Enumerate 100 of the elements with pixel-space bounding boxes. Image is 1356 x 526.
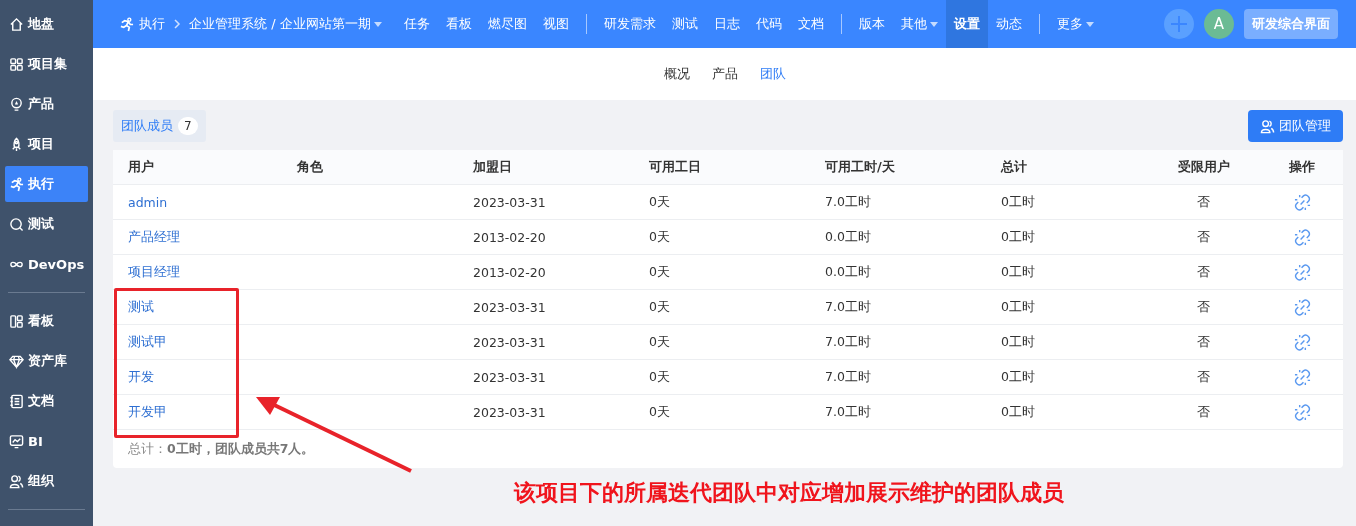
table-cell: 否	[1197, 333, 1210, 349]
table-cell: 0工时	[1001, 333, 1035, 349]
table-cell: 否	[1197, 228, 1210, 244]
people-icon	[9, 473, 24, 489]
user-link[interactable]: admin	[128, 194, 168, 210]
table-cell: 2023-03-31	[473, 334, 546, 350]
monitor-icon	[9, 433, 24, 449]
table-cell: 2023-03-31	[473, 194, 546, 210]
nav-tab[interactable]: 代码	[747, 0, 790, 48]
table-cell: 2023-03-31	[473, 369, 546, 385]
sidebar-item[interactable]: 地盘	[5, 6, 88, 42]
user-link[interactable]: 测试甲	[128, 333, 167, 349]
sidebar-item[interactable]: 执行	[5, 166, 88, 202]
user-link[interactable]: 测试	[128, 298, 154, 314]
user-link[interactable]: 开发	[128, 368, 154, 384]
table-cell: 否	[1197, 403, 1210, 419]
table-cell: 0天	[649, 368, 670, 384]
sidebar-item[interactable]: 组织	[5, 463, 88, 499]
table-cell: 0天	[649, 333, 670, 349]
nav-tab[interactable]: 测试	[663, 0, 706, 48]
module-link[interactable]: 执行	[119, 15, 165, 33]
table-cell: 0.0工时	[825, 263, 871, 279]
document-icon	[9, 393, 24, 409]
caret-icon	[1085, 21, 1094, 27]
table-cell: 2023-03-31	[473, 299, 546, 315]
column-header: 用户	[128, 159, 154, 174]
home-icon	[9, 16, 24, 32]
sidebar-item[interactable]: 资产库	[5, 343, 88, 379]
grid-icon	[9, 56, 24, 72]
unlink-icon[interactable]	[1293, 193, 1311, 211]
table-cell: 0天	[649, 228, 670, 244]
nav-tab[interactable]: 任务	[395, 0, 438, 48]
unlink-icon[interactable]	[1293, 333, 1311, 351]
nav-tab[interactable]: 视图	[534, 0, 577, 48]
user-link[interactable]: 产品经理	[128, 228, 180, 244]
column-header: 加盟日	[473, 159, 512, 174]
column-header: 总计	[1001, 159, 1027, 174]
nav-tab[interactable]: 看板	[437, 0, 480, 48]
table-cell: 7.0工时	[825, 368, 871, 384]
board-icon	[9, 313, 24, 329]
sidebar-item[interactable]: 项目集	[5, 46, 88, 82]
user-link[interactable]: 开发甲	[128, 403, 167, 419]
sub-tab[interactable]: 概况	[657, 65, 696, 83]
sidebar-item[interactable]: 看板	[5, 303, 88, 339]
nav-tab[interactable]: 其他	[892, 0, 946, 48]
column-header: 受限用户	[1177, 159, 1230, 174]
team-manage-button[interactable]: 团队管理	[1248, 110, 1343, 142]
user-link[interactable]: 项目经理	[128, 263, 180, 279]
running-icon	[9, 176, 24, 192]
unlink-icon[interactable]	[1293, 298, 1311, 316]
nav-tab[interactable]: 版本	[850, 0, 893, 48]
table-cell: 否	[1197, 298, 1210, 314]
annotation-caption: 该项目下的所属迭代团队中对应增加展示维护的团队成员	[514, 479, 1064, 507]
magnifier-icon	[9, 216, 24, 232]
column-header: 操作	[1289, 159, 1315, 174]
sidebar-item[interactable]: 项目	[5, 126, 88, 162]
table-cell: 0.0工时	[825, 228, 871, 244]
sub-tab[interactable]: 团队	[753, 65, 792, 83]
table-cell: 0工时	[1001, 263, 1035, 279]
summary-text: 总计：0工时，团队成员共7人。	[128, 440, 315, 458]
table-cell: 否	[1197, 193, 1210, 209]
nav-tab[interactable]: 动态	[987, 0, 1030, 48]
table-cell: 0工时	[1001, 193, 1035, 209]
sidebar-item[interactable]: 产品	[5, 86, 88, 122]
table-cell: 7.0工时	[825, 403, 871, 419]
table-cell: 0天	[649, 263, 670, 279]
sidebar-item[interactable]: DevOps	[5, 246, 88, 282]
diamond-icon	[9, 353, 24, 369]
column-header: 可用工日	[649, 159, 701, 174]
table-cell: 7.0工时	[825, 193, 871, 209]
table-cell: 7.0工时	[825, 298, 871, 314]
table-cell: 2013-02-20	[473, 229, 546, 245]
rocket-icon	[9, 136, 24, 152]
table-cell: 0工时	[1001, 228, 1035, 244]
sidebar-item[interactable]: 测试	[5, 206, 88, 242]
table-cell: 0工时	[1001, 403, 1035, 419]
nav-tab[interactable]: 日志	[705, 0, 748, 48]
project-dropdown[interactable]: 企业管理系统 / 企业网站第一期	[189, 15, 382, 33]
caret-icon	[373, 21, 382, 27]
unlink-icon[interactable]	[1293, 403, 1311, 421]
nav-tab[interactable]: 设置	[945, 0, 988, 48]
sidebar-item[interactable]: 文档	[5, 383, 88, 419]
sub-tab[interactable]: 产品	[705, 65, 744, 83]
unlink-icon[interactable]	[1293, 228, 1311, 246]
nav-tab[interactable]: 文档	[789, 0, 832, 48]
table-cell: 0天	[649, 193, 670, 209]
unlink-icon[interactable]	[1293, 368, 1311, 386]
sidebar-item[interactable]: BI	[5, 423, 88, 459]
unlink-icon[interactable]	[1293, 263, 1311, 281]
nav-tab[interactable]: 燃尽图	[479, 0, 535, 48]
table-cell: 否	[1197, 368, 1210, 384]
table-cell: 0工时	[1001, 298, 1035, 314]
members-tab[interactable]: 团队成员 7	[113, 110, 206, 142]
count-badge: 7	[178, 117, 198, 135]
tab-label: 团队成员	[121, 117, 173, 135]
nav-tab[interactable]: 更多	[1048, 0, 1102, 48]
lightbulb-icon	[9, 96, 24, 112]
table-cell: 2023-03-31	[473, 404, 546, 420]
table-cell: 0天	[649, 298, 670, 314]
nav-tab[interactable]: 研发需求	[595, 0, 664, 48]
